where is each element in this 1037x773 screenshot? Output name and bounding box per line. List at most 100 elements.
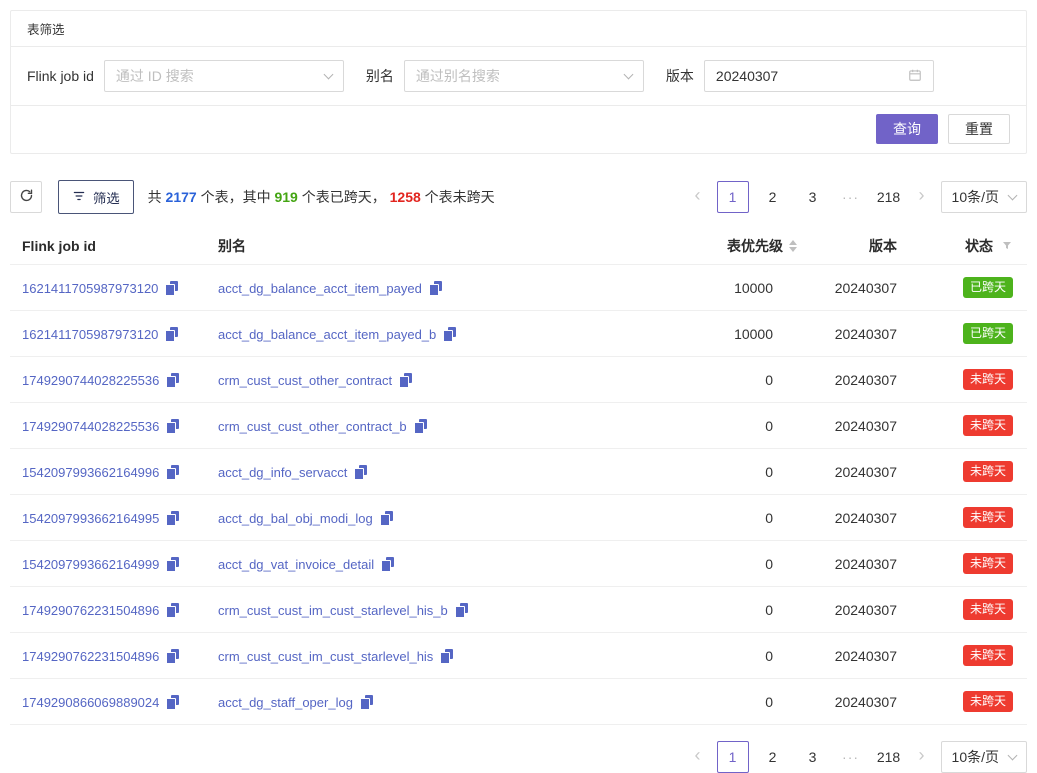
table-row: 1749290866069889024 acct_dg_staff_oper_l… [10,679,1027,725]
copy-icon[interactable] [380,511,393,526]
alias-link[interactable]: crm_cust_cust_im_cust_starlevel_his [218,649,433,664]
flink-job-id-link[interactable]: 1749290744028225536 [22,373,159,388]
page-button-3[interactable]: 3 [797,741,829,773]
flink-job-id-link[interactable]: 1621411705987973120 [22,281,158,296]
alias-link[interactable]: acct_dg_staff_oper_log [218,695,353,710]
next-page-button[interactable]: › [911,741,933,773]
page-size-label: 10条/页 [952,747,999,767]
priority-cell: 0 [659,633,809,679]
version-cell: 20240307 [809,495,909,541]
copy-icon[interactable] [399,373,412,388]
copy-icon[interactable] [166,465,179,480]
table-row: 1749290762231504896 crm_cust_cust_im_cus… [10,587,1027,633]
alias-select[interactable]: 通过别名搜索 [404,60,644,92]
flink-job-id-link[interactable]: 1749290744028225536 [22,419,159,434]
page-size-label: 10条/页 [952,187,999,207]
copy-icon[interactable] [166,649,179,664]
flink-job-id-link[interactable]: 1749290866069889024 [22,695,159,710]
version-cell: 20240307 [809,265,909,311]
version-cell: 20240307 [809,679,909,725]
version-value: 20240307 [716,68,778,84]
copy-icon[interactable] [354,465,367,480]
column-filter-icon[interactable] [1001,240,1013,252]
status-badge: 已跨天 [963,323,1013,344]
chevron-down-icon [1008,750,1018,760]
status-badge: 未跨天 [963,369,1013,390]
priority-cell: 0 [659,587,809,633]
page-button-2[interactable]: 2 [757,741,789,773]
calendar-icon [908,68,922,85]
flink-job-id-select[interactable]: 通过 ID 搜索 [104,60,344,92]
copy-icon[interactable] [165,327,178,342]
version-cell: 20240307 [809,541,909,587]
copy-icon[interactable] [429,281,442,296]
page-button-last[interactable]: 218 [873,741,905,773]
column-header-version: 版本 [809,228,909,265]
status-badge: 未跨天 [963,415,1013,436]
priority-header-label: 表优先级 [727,236,783,256]
version-cell: 20240307 [809,587,909,633]
pagination-bottom: ‹ 1 2 3 ··· 218 › 10条/页 [681,741,1027,773]
copy-icon[interactable] [166,557,179,572]
flink-job-id-link[interactable]: 1542097993662164995 [22,511,159,526]
page-ellipsis[interactable]: ··· [837,189,865,205]
priority-cell: 0 [659,679,809,725]
copy-icon[interactable] [166,603,179,618]
next-page-button[interactable]: › [911,181,933,213]
alias-link[interactable]: crm_cust_cust_im_cust_starlevel_his_b [218,603,448,618]
page-button-last[interactable]: 218 [873,181,905,213]
copy-icon[interactable] [360,695,373,710]
version-cell: 20240307 [809,311,909,357]
page-ellipsis[interactable]: ··· [837,749,865,765]
page-size-select[interactable]: 10条/页 [941,741,1027,773]
alias-link[interactable]: crm_cust_cust_other_contract_b [218,419,407,434]
flink-job-id-link[interactable]: 1749290762231504896 [22,649,159,664]
flink-job-id-link[interactable]: 1621411705987973120 [22,327,158,342]
copy-icon[interactable] [166,511,179,526]
priority-cell: 10000 [659,311,809,357]
priority-cell: 0 [659,449,809,495]
alias-link[interactable]: crm_cust_cust_other_contract [218,373,392,388]
copy-icon[interactable] [414,419,427,434]
sort-icon[interactable] [789,240,797,252]
table-row: 1621411705987973120 acct_dg_balance_acct… [10,311,1027,357]
table-row: 1749290762231504896 crm_cust_cust_im_cus… [10,633,1027,679]
copy-icon[interactable] [166,695,179,710]
copy-icon[interactable] [166,373,179,388]
reset-button[interactable]: 重置 [948,114,1010,144]
alias-link[interactable]: acct_dg_balance_acct_item_payed [218,281,422,296]
copy-icon[interactable] [381,557,394,572]
flink-job-id-placeholder: 通过 ID 搜索 [116,66,194,86]
filter-button-label: 筛选 [93,188,120,207]
page-size-select[interactable]: 10条/页 [941,181,1027,213]
status-badge: 已跨天 [963,277,1013,298]
alias-link[interactable]: acct_dg_balance_acct_item_payed_b [218,327,436,342]
query-button[interactable]: 查询 [876,114,938,144]
prev-page-button[interactable]: ‹ [687,181,709,213]
page-button-3[interactable]: 3 [797,181,829,213]
copy-icon[interactable] [165,281,178,296]
flink-job-id-link[interactable]: 1542097993662164996 [22,465,159,480]
flink-job-id-link[interactable]: 1542097993662164999 [22,557,159,572]
page-button-1[interactable]: 1 [717,181,749,213]
table-row: 1749290744028225536 crm_cust_cust_other_… [10,357,1027,403]
filter-button[interactable]: 筛选 [58,180,134,214]
page-button-1[interactable]: 1 [717,741,749,773]
table-row: 1542097993662164996 acct_dg_info_servacc… [10,449,1027,495]
flink-job-id-link[interactable]: 1749290762231504896 [22,603,159,618]
copy-icon[interactable] [455,603,468,618]
copy-icon[interactable] [443,327,456,342]
alias-link[interactable]: acct_dg_bal_obj_modi_log [218,511,373,526]
alias-link[interactable]: acct_dg_info_servacct [218,465,347,480]
alias-link[interactable]: acct_dg_vat_invoice_detail [218,557,374,572]
page-button-2[interactable]: 2 [757,181,789,213]
version-date-input[interactable]: 20240307 [704,60,934,92]
refresh-button[interactable] [10,181,42,213]
copy-icon[interactable] [440,649,453,664]
prev-page-button[interactable]: ‹ [687,741,709,773]
copy-icon[interactable] [166,419,179,434]
status-badge: 未跨天 [963,461,1013,482]
alias-placeholder: 通过别名搜索 [416,66,500,86]
results-table: Flink job id 别名 表优先级 版本 状态 [10,228,1027,725]
pagination-bottom-row: ‹ 1 2 3 ··· 218 › 10条/页 [10,741,1027,773]
